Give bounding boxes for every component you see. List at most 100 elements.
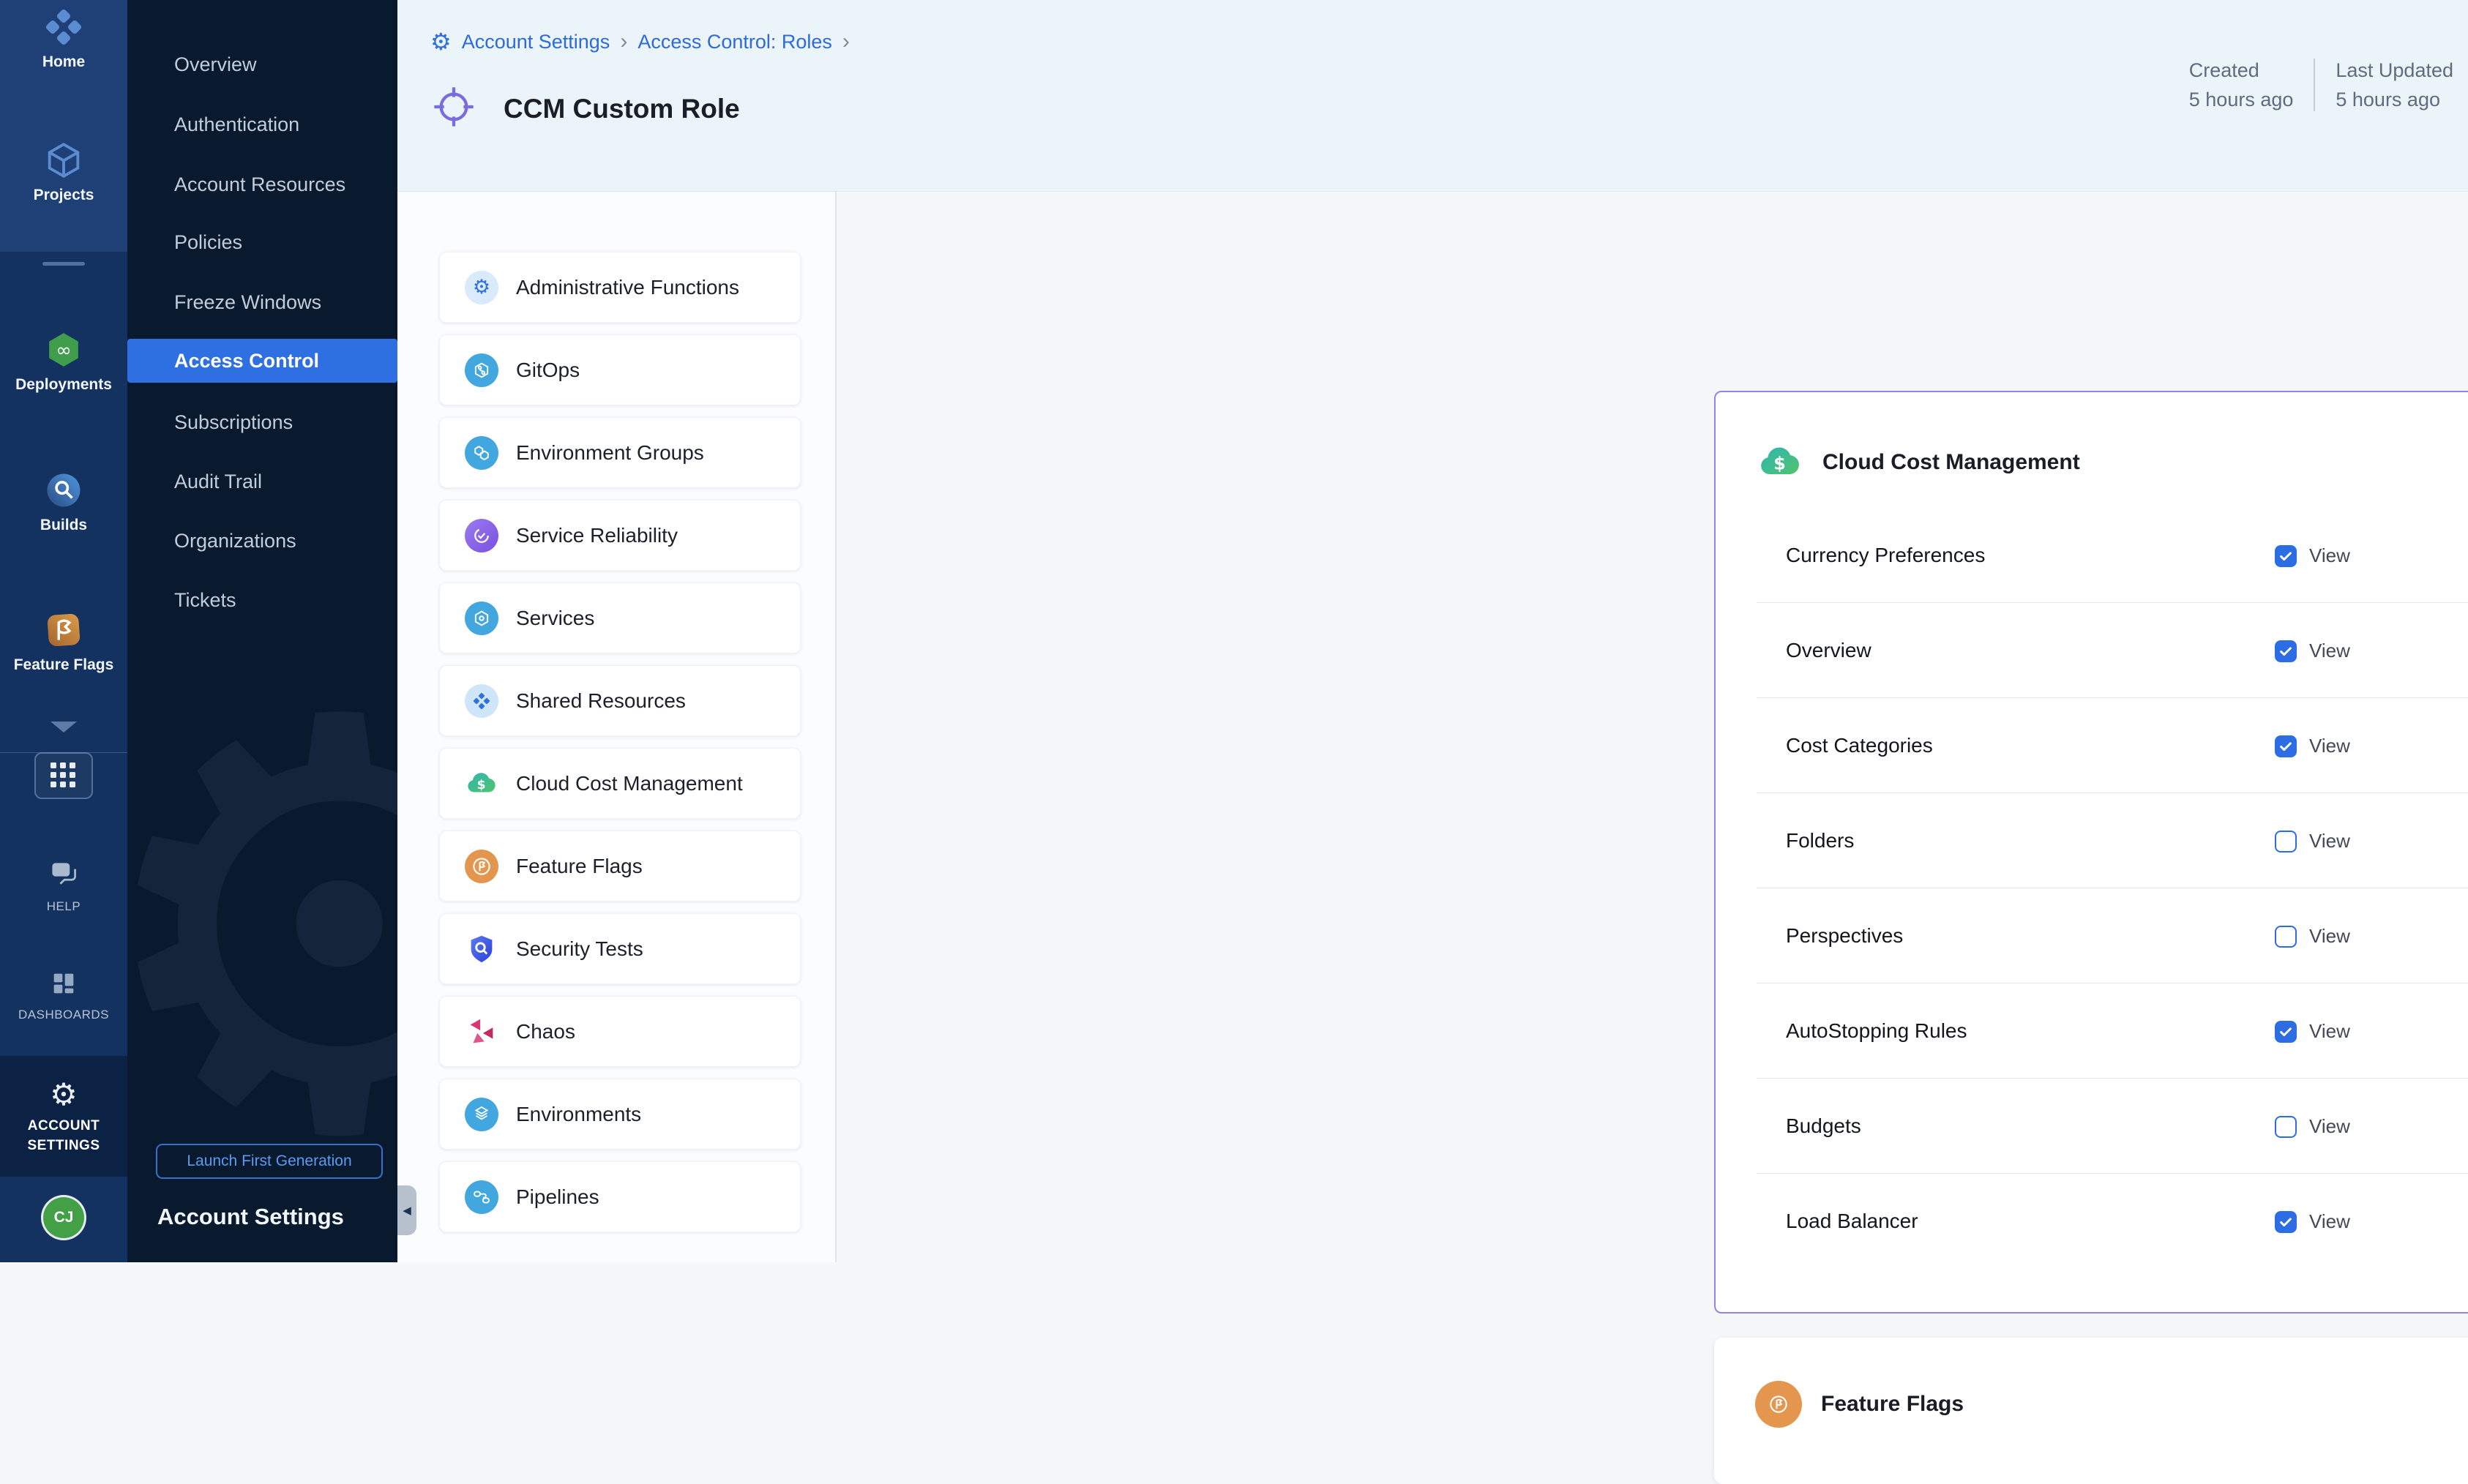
category-card-shared-resources[interactable]: Shared Resources [439, 665, 801, 736]
meta-divider [2314, 59, 2315, 111]
nav-item-access-control[interactable]: Access Control [127, 339, 397, 383]
chevron-down-icon[interactable] [51, 722, 77, 732]
page-header: ⚙ Account Settings › Access Control: Rol… [397, 0, 2468, 192]
service-reliability-icon [465, 519, 498, 552]
last-updated-label: Last Updated [2336, 59, 2453, 82]
security-tests-icon [465, 932, 498, 966]
svg-text:$: $ [1773, 454, 1786, 474]
view-checkbox[interactable] [2275, 926, 2297, 948]
account-settings-label-2: SETTINGS [27, 1136, 100, 1155]
nav-item-overview[interactable]: Overview [127, 42, 397, 86]
admin-gear-icon: ⚙ [465, 271, 498, 304]
module-picker-button[interactable] [34, 752, 93, 799]
feature-flags-panel: Feature Flags [1714, 1338, 2468, 1484]
permissions-content: $ Cloud Cost Management Currency Prefere… [836, 192, 2468, 1262]
category-card-environment-groups[interactable]: Environment Groups [439, 417, 801, 488]
view-checkbox[interactable] [2275, 545, 2297, 567]
rail-module-home[interactable]: Home [0, 6, 127, 71]
nav-item-organizations[interactable]: Organizations [127, 519, 397, 563]
view-checkbox[interactable] [2275, 1211, 2297, 1233]
account-settings-label-1: ACCOUNT [28, 1117, 100, 1135]
category-label: Cloud Cost Management [516, 772, 743, 795]
nav-item-tickets[interactable]: Tickets [127, 578, 397, 622]
column-divider [835, 192, 837, 1262]
category-label: Security Tests [516, 937, 643, 961]
last-updated-value: 5 hours ago [2336, 88, 2453, 111]
avatar[interactable]: CJ [43, 1197, 84, 1238]
ccm-cloud-icon: $ [465, 767, 498, 801]
category-card-services[interactable]: Services [439, 582, 801, 653]
permission-row-budgets: BudgetsViewCreate / EditDelete [1716, 1079, 2468, 1174]
category-label: Chaos [516, 1020, 575, 1043]
nav-item-freeze-windows[interactable]: Freeze Windows [127, 280, 397, 324]
view-checkbox[interactable] [2275, 831, 2297, 852]
category-card-gitops[interactable]: GitOps [439, 334, 801, 405]
rail-module-builds[interactable]: Builds [0, 469, 127, 534]
checkbox-label: View [2309, 640, 2350, 662]
checkbox-label: View [2309, 1115, 2350, 1138]
view-checkbox[interactable] [2275, 1021, 2297, 1043]
category-label: Administrative Functions [516, 276, 739, 299]
category-list: ⚙ Administrative Functions GitOps Environme… [439, 252, 801, 1244]
category-label: Feature Flags [516, 855, 643, 878]
breadcrumb-separator: › [620, 29, 627, 54]
nav-item-subscriptions[interactable]: Subscriptions [127, 400, 397, 444]
category-card-feature-flags[interactable]: Feature Flags [439, 831, 801, 902]
help-label: HELP [47, 899, 81, 914]
svg-text:$: $ [477, 777, 486, 792]
collapse-panel-button[interactable]: ◀ [397, 1185, 416, 1235]
svg-text:∞: ∞ [56, 340, 71, 361]
permission-name: Currency Preferences [1786, 544, 1985, 566]
dashboards-item[interactable]: DASHBOARDS [0, 969, 127, 1022]
help-item[interactable]: ? HELP [0, 858, 127, 914]
dashboards-label: DASHBOARDS [18, 1008, 109, 1022]
rail-module-deployments[interactable]: ∞ Deployments [0, 329, 127, 394]
view-checkbox[interactable] [2275, 1116, 2297, 1138]
view-checkbox[interactable] [2275, 735, 2297, 757]
permission-row-folders: FoldersViewCreate / EditDelete [1716, 793, 2468, 888]
cube-icon [42, 139, 85, 181]
breadcrumb-link-account-settings[interactable]: Account Settings [462, 31, 610, 53]
account-settings-item[interactable]: ⚙ ACCOUNT SETTINGS [0, 1056, 127, 1177]
view-checkbox[interactable] [2275, 640, 2297, 662]
feature-flags-icon [1755, 1381, 1802, 1428]
cloud-cost-management-icon: $ [1757, 439, 1803, 486]
page-title: CCM Custom Role [504, 94, 740, 124]
category-card-cloud-cost-management[interactable]: $ Cloud Cost Management [439, 748, 801, 819]
breadcrumb-separator: › [842, 29, 850, 54]
nav-item-policies[interactable]: Policies [127, 220, 397, 264]
category-card-administrative-functions[interactable]: ⚙ Administrative Functions [439, 252, 801, 323]
category-card-service-reliability[interactable]: Service Reliability [439, 500, 801, 571]
category-label: Service Reliability [516, 524, 678, 547]
nav-item-authentication[interactable]: Authentication [127, 102, 397, 146]
created-value: 5 hours ago [2189, 88, 2294, 111]
permission-name: Budgets [1786, 1115, 1861, 1137]
breadcrumb-link-access-control-roles[interactable]: Access Control: Roles [637, 31, 832, 53]
checkbox-label: View [2309, 1020, 2350, 1043]
launch-first-generation-button[interactable]: Launch First Generation [156, 1144, 383, 1179]
checkbox-label: View [2309, 925, 2350, 948]
permission-name: Perspectives [1786, 925, 1903, 947]
rail-module-feature-flags[interactable]: Feature Flags [0, 609, 127, 674]
nav-item-account-resources[interactable]: Account Resources [127, 162, 397, 206]
category-card-environments[interactable]: Environments [439, 1079, 801, 1150]
category-label: Pipelines [516, 1185, 599, 1209]
cloud-cost-management-panel: $ Cloud Cost Management Currency Prefere… [1714, 391, 2468, 1314]
rail-module-label: Builds [40, 517, 87, 534]
feature-flags-icon [465, 850, 498, 883]
rail-module-projects[interactable]: Projects [0, 139, 127, 204]
category-card-security-tests[interactable]: Security Tests [439, 913, 801, 984]
category-card-chaos[interactable]: Chaos [439, 996, 801, 1067]
gear-watermark: ⚙ [127, 644, 397, 1215]
nav-panel-title: Account Settings [157, 1204, 344, 1230]
gitops-icon [465, 353, 498, 387]
permission-name: Folders [1786, 830, 1854, 852]
category-card-pipelines[interactable]: Pipelines [439, 1161, 801, 1232]
rail-module-label: Projects [34, 187, 94, 204]
nav-item-audit-trail[interactable]: Audit Trail [127, 460, 397, 503]
category-label: Environments [516, 1103, 641, 1126]
harness-logo-icon [42, 6, 85, 48]
section-title: Cloud Cost Management [1822, 450, 2080, 475]
flag-tile-icon [42, 609, 85, 651]
rail-module-label: Deployments [15, 376, 112, 394]
